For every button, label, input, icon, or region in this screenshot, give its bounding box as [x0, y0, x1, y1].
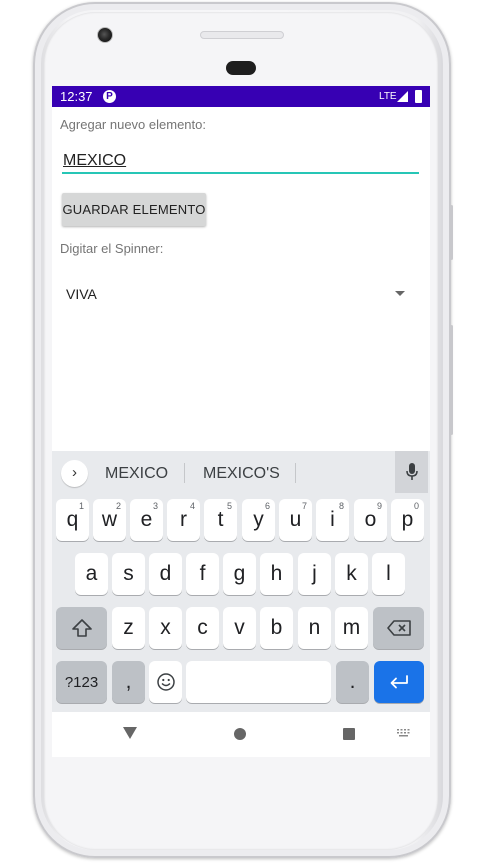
key-label: w [101, 508, 118, 531]
status-time: 12:37 [60, 89, 93, 104]
key-k[interactable]: k [335, 553, 368, 595]
key-d[interactable]: d [149, 553, 182, 595]
key-hint: 7 [301, 501, 307, 511]
key-i[interactable]: i8 [316, 499, 349, 541]
item-spinner[interactable]: VIVA [62, 278, 419, 308]
key-r[interactable]: r4 [167, 499, 200, 541]
key-h[interactable]: h [260, 553, 293, 595]
key-hint: 9 [376, 501, 382, 511]
suggestion-divider [184, 463, 185, 483]
key-hint: 8 [338, 501, 344, 511]
key-v[interactable]: v [223, 607, 256, 649]
proximity-sensor [226, 61, 256, 75]
power-button [450, 205, 453, 260]
app-notification-icon: P [103, 90, 116, 103]
suggestion-bar: › MEXICO MEXICO'S [52, 451, 430, 494]
shift-key[interactable] [56, 607, 107, 649]
chevron-right-icon[interactable]: › [61, 460, 88, 487]
signal-icon [397, 91, 408, 102]
suggestion-2[interactable]: MEXICO'S [203, 465, 280, 483]
key-hint: 0 [413, 501, 419, 511]
dropdown-arrow-icon [395, 291, 405, 296]
front-camera [97, 27, 113, 43]
key-y[interactable]: y6 [242, 499, 275, 541]
period-key[interactable]: . [336, 661, 369, 703]
key-hint: 1 [78, 501, 84, 511]
navigation-bar [52, 712, 430, 757]
key-n[interactable]: n [298, 607, 331, 649]
key-label: i [330, 508, 335, 531]
back-icon[interactable] [123, 727, 137, 739]
key-z[interactable]: z [112, 607, 145, 649]
symbols-key[interactable]: ?123 [56, 661, 107, 703]
new-item-value: MEXICO [63, 152, 127, 169]
spinner-label: Digitar el Spinner: [60, 241, 164, 256]
key-f[interactable]: f [186, 553, 219, 595]
shift-icon [71, 619, 92, 637]
key-o[interactable]: o9 [354, 499, 387, 541]
key-w[interactable]: w2 [93, 499, 126, 541]
key-c[interactable]: c [186, 607, 219, 649]
key-p[interactable]: p0 [391, 499, 424, 541]
key-t[interactable]: t5 [204, 499, 237, 541]
comma-key[interactable]: , [112, 661, 145, 703]
space-key[interactable] [186, 661, 331, 703]
key-b[interactable]: b [260, 607, 293, 649]
key-hint: 4 [189, 501, 195, 511]
key-label: q [66, 508, 79, 531]
suggestion-divider [295, 463, 296, 483]
device-screen: 12:37 P LTE Agregar nuevo elemento: MEXI… [52, 86, 430, 757]
key-hint: 5 [226, 501, 232, 511]
microphone-icon[interactable] [395, 451, 428, 493]
earpiece-speaker [200, 31, 284, 39]
status-bar: 12:37 P LTE [52, 86, 430, 107]
key-label: e [140, 508, 153, 531]
key-g[interactable]: g [223, 553, 256, 595]
volume-button [450, 325, 453, 435]
home-icon[interactable] [234, 728, 246, 740]
new-item-input[interactable]: MEXICO [62, 148, 419, 174]
key-x[interactable]: x [149, 607, 182, 649]
new-item-label: Agregar nuevo elemento: [60, 117, 206, 132]
key-label: u [289, 508, 302, 531]
emoji-key[interactable] [149, 661, 182, 703]
key-u[interactable]: u7 [279, 499, 312, 541]
key-label: t [217, 508, 224, 531]
backspace-key[interactable] [373, 607, 424, 649]
key-m[interactable]: m [335, 607, 368, 649]
key-label: p [401, 508, 414, 531]
enter-key[interactable] [374, 661, 424, 703]
suggestion-1[interactable]: MEXICO [105, 465, 168, 483]
key-label: y [253, 508, 264, 531]
key-e[interactable]: e3 [130, 499, 163, 541]
keyboard-switch-icon[interactable] [397, 729, 410, 737]
key-hint: 6 [264, 501, 270, 511]
key-hint: 3 [152, 501, 158, 511]
enter-icon [390, 675, 408, 689]
key-s[interactable]: s [112, 553, 145, 595]
key-j[interactable]: j [298, 553, 331, 595]
key-hint: 2 [115, 501, 121, 511]
backspace-icon [386, 620, 411, 636]
emoji-icon [156, 673, 175, 691]
battery-icon [415, 90, 422, 103]
soft-keyboard: › MEXICO MEXICO'S q1 w2 e3 r4 t5 y6 u7 i… [52, 451, 430, 712]
network-type: LTE [379, 91, 397, 102]
key-label: r [180, 508, 187, 531]
key-l[interactable]: l [372, 553, 405, 595]
save-item-button[interactable]: GUARDAR ELEMENTO [62, 193, 206, 226]
key-a[interactable]: a [75, 553, 108, 595]
spinner-selected-value: VIVA [66, 286, 97, 302]
key-q[interactable]: q1 [56, 499, 89, 541]
key-label: o [364, 508, 377, 531]
recent-apps-icon[interactable] [343, 728, 355, 740]
